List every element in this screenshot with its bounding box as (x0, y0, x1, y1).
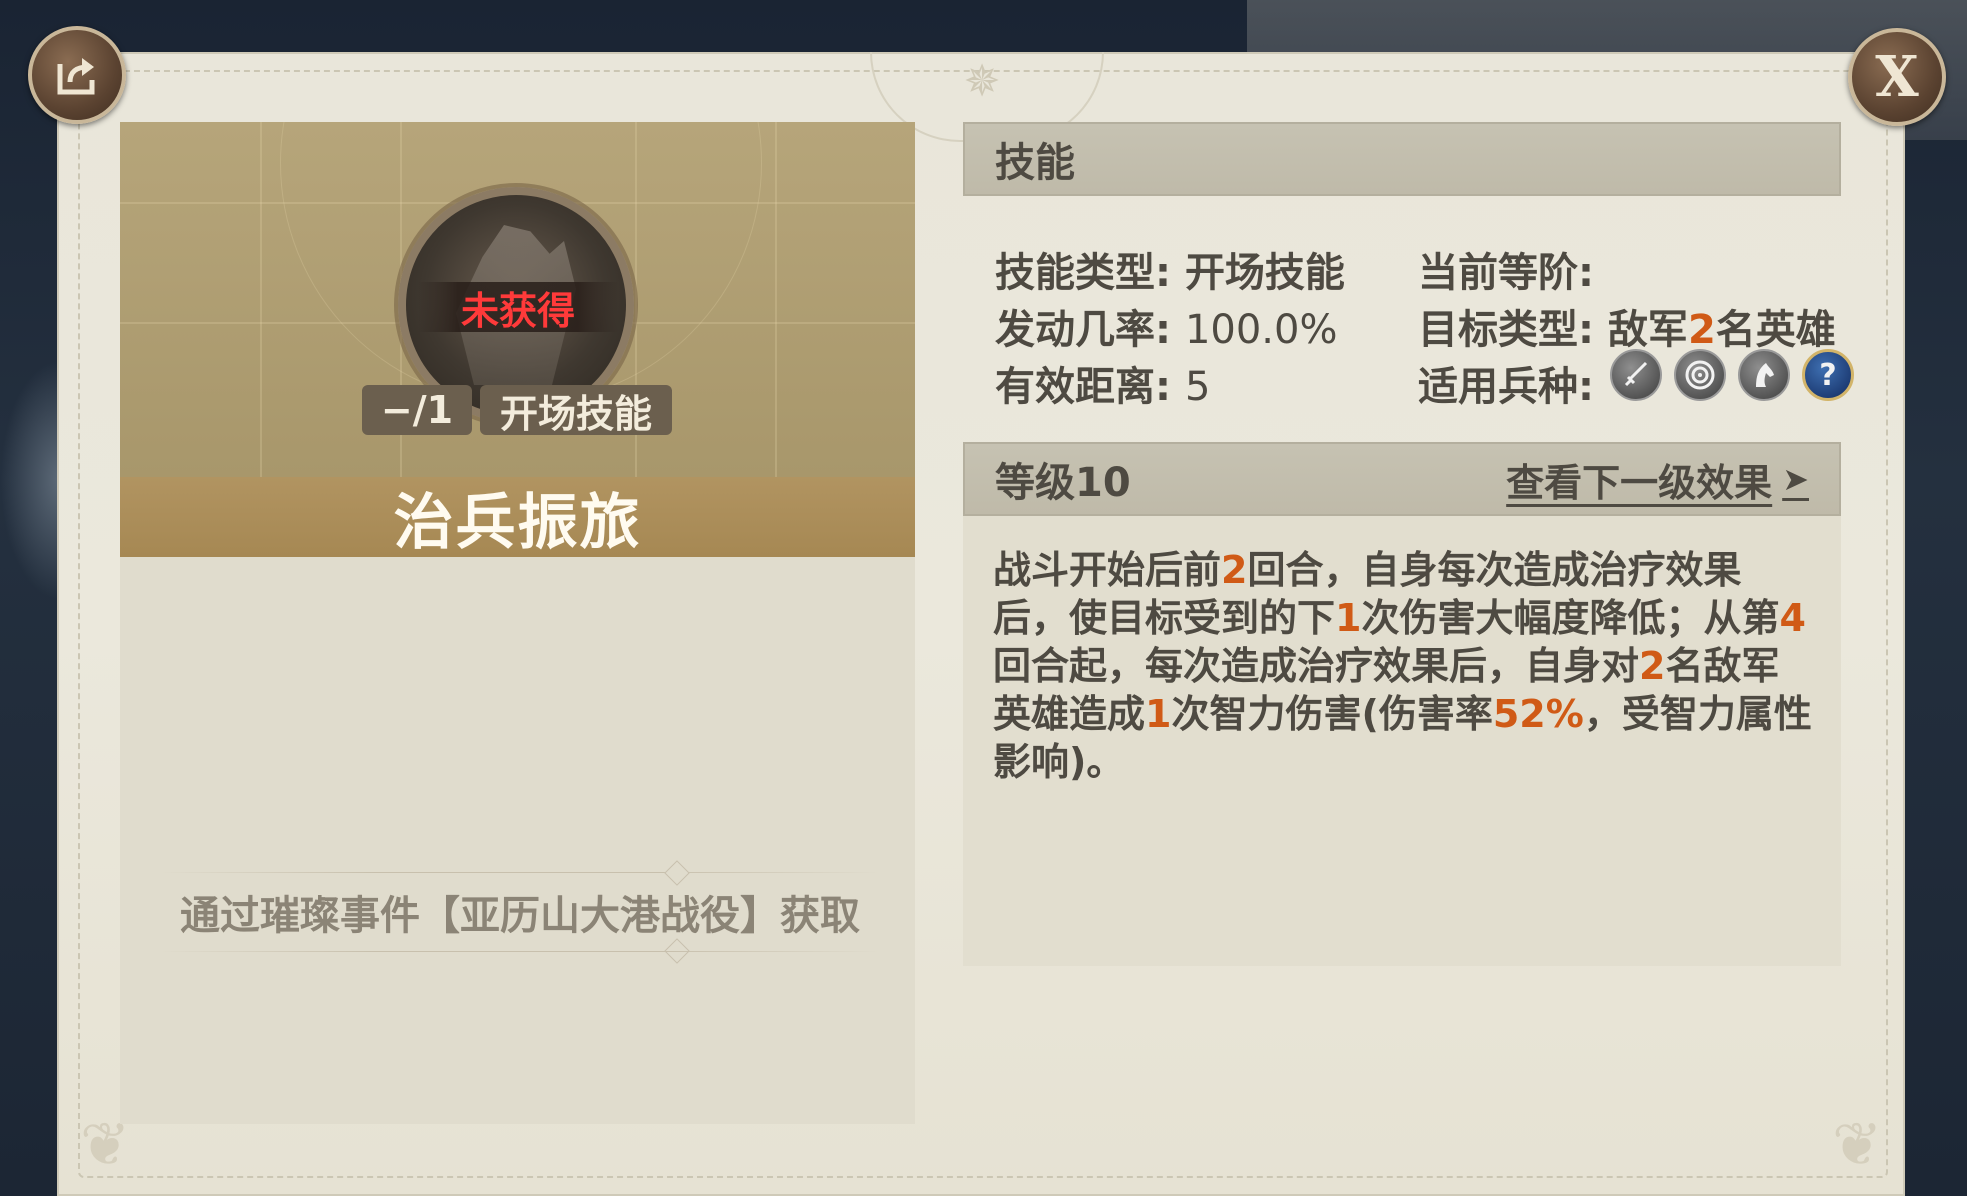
description-text: 战斗开始后前 (993, 548, 1222, 592)
description-text: 次伤害大幅度降低；从第 (1361, 596, 1780, 640)
section-title: 技能 (995, 140, 1075, 186)
level-header: 等级10 查看下一级效果 ➤ (963, 442, 1841, 516)
skill-type-label: 技能类型: (995, 250, 1171, 296)
unit-types-row: 适用兵种: (1418, 354, 1594, 412)
diamond-ornament-icon (664, 938, 690, 964)
section-title-skill: 技能 (963, 122, 1841, 196)
skill-type-value: 开场技能 (1184, 250, 1345, 296)
next-level-link[interactable]: 查看下一级效果 ➤ (1506, 452, 1809, 507)
target-type-label: 目标类型: (1418, 307, 1594, 353)
share-button[interactable] (28, 26, 126, 124)
skill-card: 未获得 −/1 开场技能 治兵振旅 通过璀璨事件【亚历山大港战役】获取 (120, 122, 915, 1124)
sword-icon[interactable] (1610, 349, 1662, 401)
level-title: 等级10 (995, 460, 1131, 506)
skill-art: 未获得 −/1 开场技能 (120, 122, 915, 477)
unit-type-icons: ? (1610, 349, 1854, 401)
skill-description: 战斗开始后前2回合，自身每次造成治疗效果后，使目标受到的下1次伤害大幅度降低；从… (993, 546, 1813, 786)
trigger-rate-value: 100.0% (1184, 307, 1338, 353)
trigger-rate-row: 发动几率: 100.0% (995, 297, 1337, 355)
arrow-right-icon: ➤ (1782, 460, 1809, 498)
target-icon[interactable] (1674, 349, 1726, 401)
unit-types-label: 适用兵种: (1418, 364, 1594, 410)
target-prefix: 敌军 (1607, 307, 1688, 353)
range-value: 5 (1184, 364, 1211, 410)
current-rank-row: 当前等阶: (1418, 240, 1594, 298)
description-highlight: 52% (1492, 692, 1584, 736)
current-rank-label: 当前等阶: (1418, 250, 1594, 296)
description-box: 战斗开始后前2回合，自身每次造成治疗效果后，使目标受到的下1次伤害大幅度降低；从… (963, 516, 1841, 966)
share-icon (57, 58, 95, 95)
target-suffix: 名英雄 (1715, 307, 1836, 353)
skill-type-row: 技能类型: 开场技能 (995, 240, 1345, 298)
source-text: 通过璀璨事件【亚历山大港战役】获取 (180, 893, 860, 939)
description-highlight: 1 (1335, 596, 1362, 640)
help-icon[interactable]: ? (1802, 349, 1854, 401)
level-tag: −/1 (362, 385, 472, 435)
description-text: 回合起，每次造成治疗效果后，自身对 (993, 644, 1640, 688)
target-type-row: 目标类型: 敌军2名英雄 (1418, 297, 1836, 355)
compass-ornament-icon: ✵ (963, 56, 1001, 107)
horse-icon[interactable] (1738, 349, 1790, 401)
target-count: 2 (1687, 307, 1716, 353)
corner-flourish-icon: ❦ (1832, 1110, 1883, 1180)
range-label: 有效距离: (995, 364, 1171, 410)
description-highlight: 4 (1779, 596, 1806, 640)
close-button[interactable]: X (1848, 28, 1946, 126)
type-tag: 开场技能 (480, 385, 672, 436)
description-highlight: 2 (1221, 548, 1248, 592)
trigger-rate-label: 发动几率: (995, 307, 1171, 353)
next-level-label: 查看下一级效果 (1506, 460, 1773, 505)
diamond-ornament-icon (664, 860, 690, 886)
description-highlight: 2 (1639, 644, 1666, 688)
close-icon: X (1875, 44, 1919, 110)
source-banner: 通过璀璨事件【亚历山大港战役】获取 (160, 860, 880, 964)
range-row: 有效距离: 5 (995, 354, 1210, 412)
status-badge: 未获得 (418, 282, 618, 333)
description-highlight: 1 (1145, 692, 1172, 736)
description-text: 次智力伤害(伤害率 (1171, 692, 1493, 736)
skill-name: 治兵振旅 (120, 477, 915, 558)
